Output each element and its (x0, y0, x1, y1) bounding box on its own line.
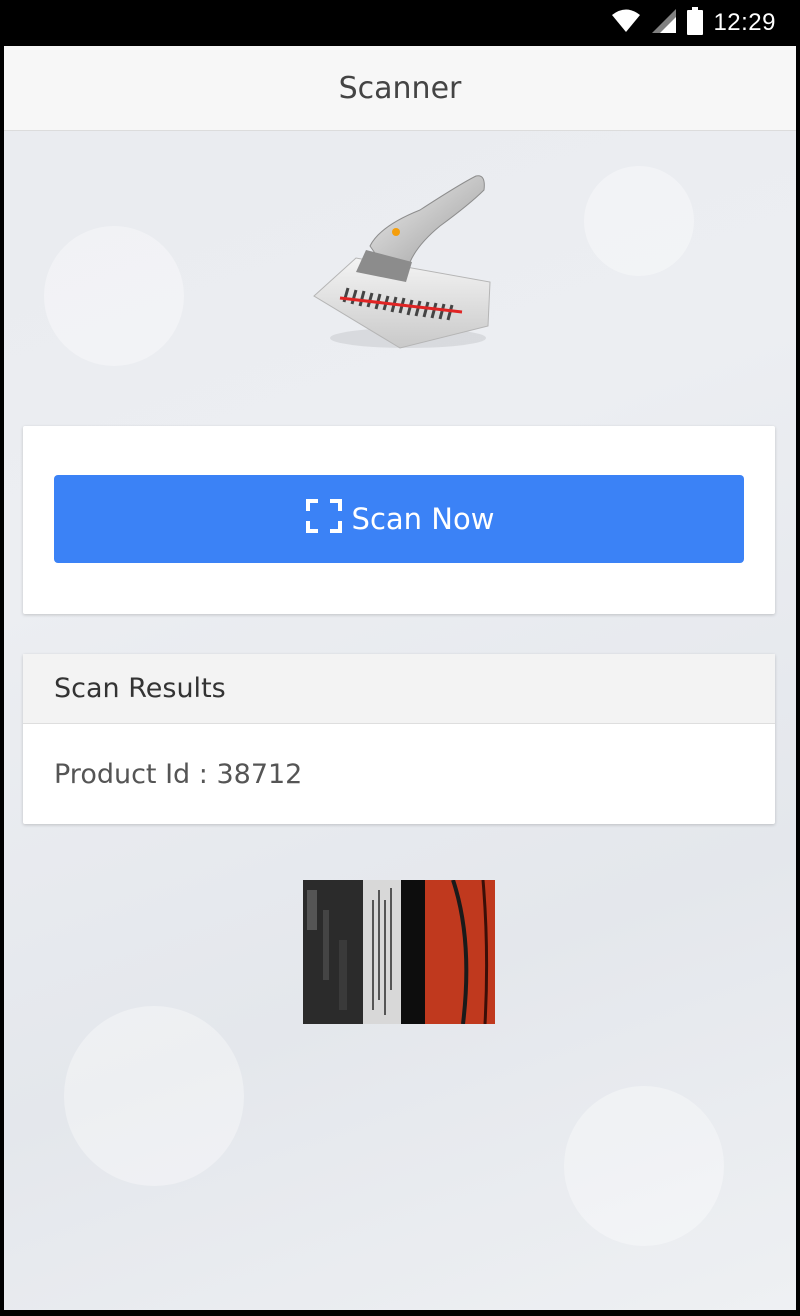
wifi-icon (611, 8, 641, 38)
app-screen: Scanner Scan Now Scan Results Product Id… (4, 46, 796, 1310)
scan-frame-icon (304, 497, 344, 542)
scanned-image-thumbnail[interactable] (303, 880, 495, 1024)
barcode-scanner-icon (300, 170, 500, 360)
scan-results-card: Scan Results Product Id : 38712 (23, 654, 775, 824)
signal-icon (651, 8, 677, 38)
battery-icon (687, 7, 704, 39)
status-bar: 12:29 (0, 0, 800, 46)
page-title: Scanner (338, 70, 462, 106)
scan-card: Scan Now (23, 426, 775, 614)
background-decoration (44, 226, 184, 366)
scan-now-label: Scan Now (351, 502, 495, 536)
background-decoration (564, 1086, 724, 1246)
product-id-text: Product Id : 38712 (54, 758, 303, 790)
status-time: 12:29 (713, 9, 776, 36)
scan-results-heading: Scan Results (54, 673, 226, 704)
background-decoration (64, 1006, 244, 1186)
background-decoration (584, 166, 694, 276)
app-header: Scanner (4, 46, 796, 131)
bottom-bar (0, 1310, 800, 1316)
scan-now-button[interactable]: Scan Now (54, 475, 744, 563)
scan-results-header: Scan Results (23, 654, 775, 724)
